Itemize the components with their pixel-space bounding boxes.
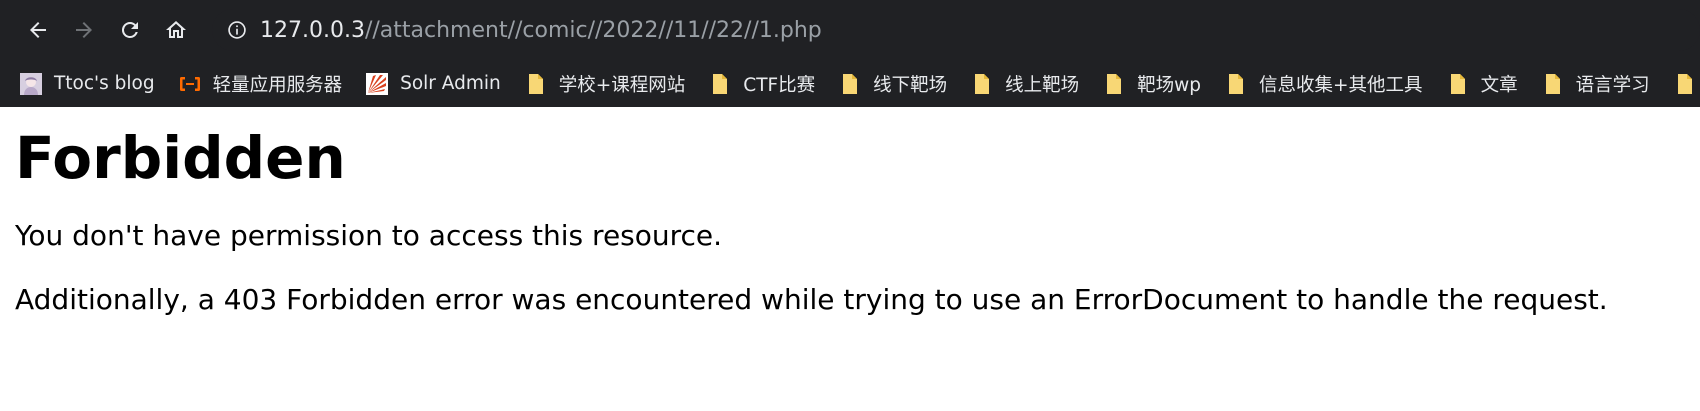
folder-icon	[1447, 73, 1469, 95]
page-title: Forbidden	[15, 124, 346, 192]
solr-favicon	[366, 72, 389, 95]
back-button[interactable]	[16, 8, 60, 52]
bookmark-label: 靶场wp	[1137, 74, 1202, 96]
error-detail: Additionally, a 403 Forbidden error was …	[15, 283, 1608, 316]
bookmark-label: Solr Admin	[400, 73, 501, 94]
page-content: Forbidden You don't have permission to a…	[0, 107, 1700, 317]
bookmark-label: CTF比赛	[743, 74, 816, 96]
bookmarks-bar: Ttoc's blog 轻量应用服务器 Solr Admin 学校+课程网站 C…	[0, 60, 1700, 107]
bookmark-folder-articles[interactable]: 文章	[1447, 71, 1518, 97]
folder-icon	[839, 73, 861, 95]
bookmark-lightweight-server[interactable]: 轻量应用服务器	[179, 71, 343, 97]
bookmark-folder-online-range[interactable]: 线上靶场	[971, 71, 1079, 97]
address-bar[interactable]: 127.0.0.3//attachment//comic//2022//11//…	[212, 9, 1700, 51]
aliyun-favicon	[179, 73, 201, 95]
arrow-left-icon	[30, 22, 46, 38]
bookmark-label: 文章	[1480, 74, 1518, 96]
bookmark-label: 线上靶场	[1005, 74, 1080, 96]
bookmark-label: 学校+课程网站	[558, 74, 686, 96]
bookmark-folder-offline-range[interactable]: 线下靶场	[839, 71, 947, 97]
error-message: You don't have permission to access this…	[15, 219, 723, 252]
bookmark-label: 线下靶场	[873, 74, 948, 96]
home-icon	[166, 21, 186, 38]
folder-icon	[709, 73, 731, 95]
reload-button[interactable]	[108, 8, 152, 52]
reload-icon	[121, 21, 138, 38]
bookmark-folder-ctf[interactable]: CTF比赛	[709, 71, 815, 97]
forward-button[interactable]	[62, 8, 106, 52]
bookmark-folder-language[interactable]: 语言学习	[1542, 71, 1650, 97]
folder-icon	[1542, 73, 1564, 95]
bookmark-label: 语言学习	[1575, 74, 1650, 96]
bookmark-label: 信息收集+其他工具	[1259, 74, 1423, 96]
folder-icon	[1103, 73, 1125, 95]
browser-toolbar: 127.0.0.3//attachment//comic//2022//11//…	[0, 0, 1700, 60]
url-host: 127.0.0.3	[260, 17, 365, 43]
bookmark-label: Ttoc's blog	[54, 73, 155, 94]
folder-icon	[971, 73, 993, 95]
folder-icon	[525, 73, 547, 95]
url-path: //attachment//comic//2022//11//22//1.php	[364, 17, 822, 43]
info-circle-icon[interactable]	[226, 19, 248, 41]
folder-icon	[1225, 73, 1247, 95]
bookmark-label: 轻量应用服务器	[212, 74, 343, 96]
folder-icon	[1674, 73, 1696, 95]
bookmark-folder-info-tools[interactable]: 信息收集+其他工具	[1225, 71, 1423, 97]
home-button[interactable]	[154, 8, 198, 52]
bookmark-folder-school[interactable]: 学校+课程网站	[525, 71, 686, 97]
bookmark-ttocs-blog[interactable]: Ttoc's blog	[20, 72, 155, 95]
bookmark-folder-overflow[interactable]	[1674, 73, 1700, 95]
bookmark-folder-range-wp[interactable]: 靶场wp	[1103, 71, 1201, 97]
url-text[interactable]: 127.0.0.3//attachment//comic//2022//11//…	[260, 18, 822, 43]
browser-chrome: 127.0.0.3//attachment//comic//2022//11//…	[0, 0, 1700, 107]
bookmark-solr-admin[interactable]: Solr Admin	[366, 72, 501, 95]
avatar-favicon	[20, 72, 42, 95]
arrow-right-icon	[76, 22, 92, 38]
